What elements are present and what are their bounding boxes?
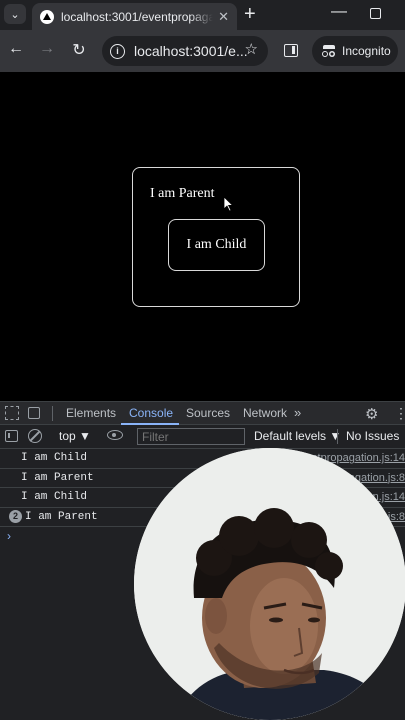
page-viewport: I am Parent I am Child <box>0 72 405 401</box>
incognito-label: Incognito <box>342 44 391 58</box>
log-text: I am Parent <box>21 471 94 484</box>
tab-strip: ⌄ localhost:3001/eventpropagation ✕ + — <box>0 0 405 30</box>
parent-box[interactable]: I am Parent I am Child <box>132 167 300 307</box>
gear-icon[interactable]: ⚙ <box>365 405 378 423</box>
console-filterbar: top ▼ Default levels ▼ No Issues <box>0 425 405 449</box>
kebab-menu-icon[interactable]: ⋮ <box>394 405 405 422</box>
divider <box>52 406 53 421</box>
devtools-tabbar: Elements Console Sources Network » ⚙ ⋮ <box>0 401 405 425</box>
favicon-icon <box>40 9 54 24</box>
tab-console[interactable]: Console <box>129 406 173 420</box>
mouse-cursor-icon <box>224 197 234 212</box>
active-tab[interactable]: localhost:3001/eventpropagation ✕ <box>32 3 237 30</box>
tab-title: localhost:3001/eventpropagation <box>61 9 213 24</box>
inspect-element-icon[interactable] <box>5 406 19 420</box>
log-text: I am Child <box>21 491 88 504</box>
side-panel-icon[interactable] <box>284 44 298 57</box>
reload-icon[interactable]: ↻ <box>69 40 89 60</box>
minimize-icon[interactable]: — <box>331 3 347 21</box>
url-text: localhost:3001/e... <box>134 43 248 59</box>
site-info-icon[interactable]: i <box>110 43 125 59</box>
more-tabs-icon[interactable]: » <box>294 405 301 420</box>
repeat-count-badge: 2 <box>9 510 22 524</box>
tab-sources[interactable]: Sources <box>186 406 230 420</box>
child-box[interactable]: I am Child <box>168 219 265 271</box>
tab-network[interactable]: Network <box>243 406 287 420</box>
webcam-overlay <box>134 448 405 720</box>
back-icon[interactable]: ← <box>6 40 26 58</box>
tab-search-button[interactable]: ⌄ <box>4 4 26 24</box>
log-levels-dropdown[interactable]: Default levels ▼ <box>254 429 341 443</box>
presenter-video-image <box>134 448 405 720</box>
prompt-caret-icon: › <box>7 529 11 543</box>
forward-icon[interactable]: → <box>37 40 57 58</box>
incognito-icon <box>322 45 336 57</box>
filter-input[interactable] <box>137 428 245 445</box>
clear-console-icon[interactable] <box>28 429 42 443</box>
context-selector[interactable]: top ▼ <box>59 429 91 443</box>
divider <box>337 429 338 444</box>
incognito-indicator[interactable]: Incognito <box>312 36 398 66</box>
sidebar-toggle-icon[interactable] <box>5 430 18 442</box>
tab-elements[interactable]: Elements <box>66 406 116 420</box>
log-text: I am Child <box>21 452 88 465</box>
new-tab-button[interactable]: + <box>244 3 256 25</box>
chevron-down-icon: ⌄ <box>10 8 20 21</box>
device-toolbar-icon[interactable] <box>28 407 40 419</box>
log-text: I am Parent <box>25 510 98 523</box>
close-icon[interactable]: ✕ <box>218 9 229 25</box>
parent-label: I am Parent <box>150 186 215 201</box>
bookmark-star-icon[interactable]: ☆ <box>245 40 258 58</box>
child-label: I am Child <box>186 237 247 252</box>
eye-icon[interactable] <box>107 430 123 440</box>
address-bar[interactable]: i localhost:3001/e... ☆ <box>102 36 268 66</box>
maximize-icon[interactable] <box>370 8 381 19</box>
issues-counter[interactable]: No Issues <box>346 429 399 443</box>
browser-toolbar: ← → ↻ i localhost:3001/e... ☆ Incognito <box>0 30 405 72</box>
